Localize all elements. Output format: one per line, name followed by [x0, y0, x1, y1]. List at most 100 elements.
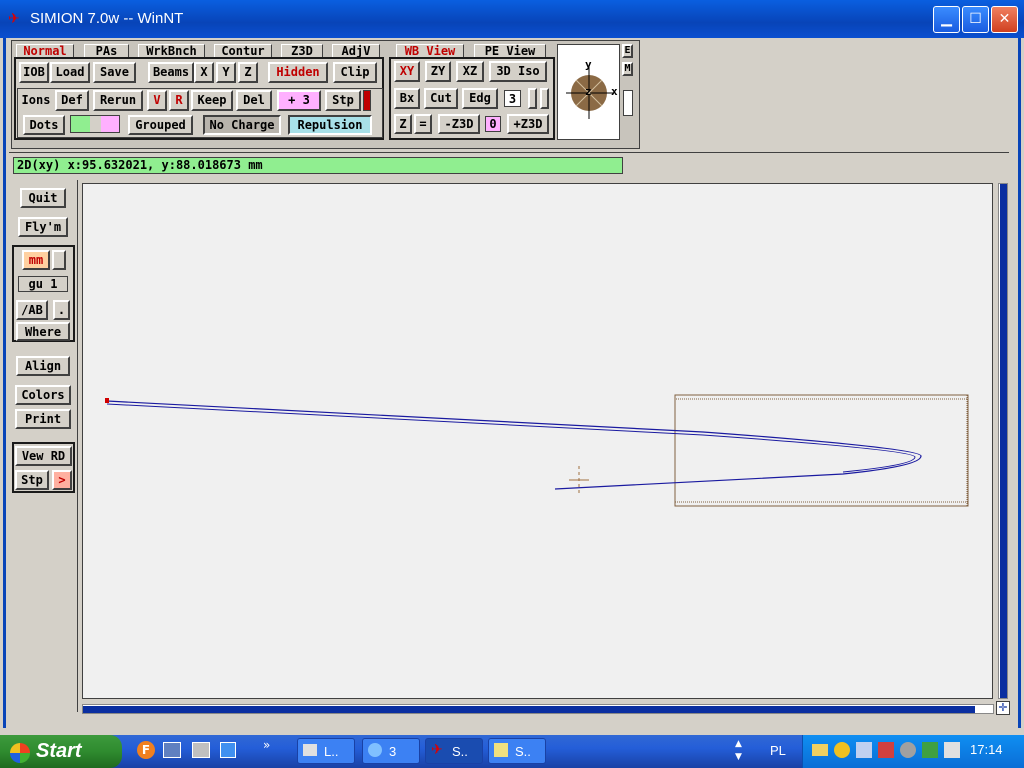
z3d-field[interactable]: 0	[485, 116, 501, 132]
tab-pas[interactable]: PAs	[84, 44, 129, 57]
tab-adjv[interactable]: AdjV	[332, 44, 380, 57]
flym-button[interactable]: Fly'm	[18, 217, 68, 237]
no-charge-button[interactable]: No Charge	[203, 115, 281, 135]
v-button[interactable]: V	[147, 90, 167, 111]
taskbar-clock: 17:14	[970, 742, 1003, 757]
e-button[interactable]: E	[622, 44, 633, 58]
grouped-button[interactable]: Grouped	[128, 115, 193, 135]
clip-button[interactable]: Clip	[333, 62, 377, 83]
rerun-button[interactable]: Rerun	[93, 90, 143, 111]
minus-z3d-button[interactable]: -Z3D	[438, 114, 480, 134]
where-button[interactable]: Where	[16, 322, 70, 341]
axis-z-label: z	[585, 85, 592, 98]
language-indicator[interactable]: PL	[770, 743, 786, 758]
r-button[interactable]: R	[169, 90, 189, 111]
save-button[interactable]: Save	[93, 62, 136, 83]
horizontal-scrollbar[interactable]	[82, 704, 994, 714]
firefox-quicklaunch-icon[interactable]: F	[137, 741, 155, 759]
stp-button[interactable]: Stp	[325, 90, 361, 111]
ab-button[interactable]: /AB	[16, 300, 48, 320]
beams-button[interactable]: Beams	[148, 62, 194, 83]
task-ie-icon	[368, 743, 382, 757]
simion-app-icon: ✈	[8, 11, 20, 27]
window-title: SIMION 7.0w -- WinNT	[30, 10, 184, 27]
gu-field[interactable]: gu 1	[18, 276, 68, 292]
start-label: Start	[36, 740, 82, 762]
beams-x-button[interactable]: X	[194, 62, 214, 83]
ions-label: Ions	[21, 93, 51, 107]
explorer-quicklaunch-icon[interactable]	[192, 742, 210, 758]
del-button[interactable]: Del	[236, 90, 272, 111]
taskbar-scroll-arrows[interactable]: ▲ ▼	[735, 738, 747, 764]
tab-normal[interactable]: Normal	[16, 44, 74, 57]
usb-tray-icon[interactable]	[944, 742, 960, 758]
task-simion-icon: ✈	[431, 742, 443, 758]
view-3d-iso-button[interactable]: 3D Iso	[489, 61, 547, 82]
update-tray-icon[interactable]	[922, 742, 938, 758]
view-xz-button[interactable]: XZ	[456, 61, 484, 82]
edge-down-button[interactable]	[528, 88, 537, 109]
equals-button[interactable]: =	[414, 114, 432, 134]
quit-button[interactable]: Quit	[20, 188, 66, 208]
view-xy-button[interactable]: XY	[394, 61, 420, 82]
iob-button[interactable]: IOB	[19, 62, 49, 83]
crosshair-corner-icon[interactable]: ✛	[996, 701, 1010, 715]
close-button[interactable]: ✕	[991, 6, 1018, 33]
stp-indicator	[363, 90, 371, 111]
ie-quicklaunch-icon[interactable]	[220, 742, 236, 758]
edge-up-button[interactable]	[540, 88, 549, 109]
sidebar-stp-button[interactable]: Stp	[15, 470, 49, 490]
load-button[interactable]: Load	[50, 62, 90, 83]
vew-rd-button[interactable]: Vew RD	[15, 446, 72, 466]
keep-button[interactable]: Keep	[191, 90, 233, 111]
cut-button[interactable]: Cut	[424, 88, 458, 109]
tab-wb-view[interactable]: WB View	[396, 44, 464, 57]
tab-z3d[interactable]: Z3D	[281, 44, 323, 57]
clock-tray-icon[interactable]	[834, 742, 850, 758]
axis-x-label: x	[611, 85, 618, 98]
network-tray-icon[interactable]	[856, 742, 872, 758]
dot-button[interactable]: .	[53, 300, 70, 320]
dots-button[interactable]: Dots	[23, 115, 65, 135]
def-button[interactable]: Def	[55, 90, 89, 111]
edge-count-field[interactable]: 3	[504, 90, 521, 107]
mail-tray-icon[interactable]	[812, 744, 828, 756]
volume-tray-icon[interactable]	[900, 742, 916, 758]
beams-z-button[interactable]: Z	[238, 62, 258, 83]
mm-button[interactable]: mm	[22, 250, 50, 270]
units-toggle[interactable]	[52, 250, 66, 270]
plus-z3d-button[interactable]: +Z3D	[507, 114, 549, 134]
colors-button[interactable]: Colors	[15, 385, 71, 405]
sidebar-arrow-button[interactable]: >	[52, 470, 72, 490]
minimize-button[interactable]: ▁	[933, 6, 960, 33]
view-slider[interactable]	[623, 90, 633, 116]
align-button[interactable]: Align	[16, 356, 70, 376]
tab-wrkbnch[interactable]: WrkBnch	[138, 44, 205, 57]
vertical-scroll-thumb[interactable]	[1000, 184, 1007, 698]
task-s2-icon	[494, 743, 508, 757]
desktop-quicklaunch-icon[interactable]	[163, 742, 181, 758]
vertical-scrollbar[interactable]	[998, 183, 1008, 699]
m-button[interactable]: M	[622, 62, 633, 76]
z-button[interactable]: Z	[394, 114, 412, 134]
windows-logo-icon	[10, 743, 30, 763]
quicklaunch-chevron[interactable]: »	[263, 738, 270, 752]
tab-contur[interactable]: Contur	[214, 44, 272, 57]
beams-y-button[interactable]: Y	[216, 62, 236, 83]
bx-button[interactable]: Bx	[394, 88, 420, 109]
security-tray-icon[interactable]	[878, 742, 894, 758]
repulsion-button[interactable]: Repulsion	[288, 115, 372, 135]
workbench-canvas[interactable]	[82, 183, 993, 699]
edg-button[interactable]: Edg	[462, 88, 498, 109]
coordinate-readout: 2D(xy) x:95.632021, y:88.018673 mm	[13, 157, 623, 174]
horizontal-scroll-thumb[interactable]	[83, 706, 975, 713]
maximize-button[interactable]: ☐	[962, 6, 989, 33]
trajectory-view	[105, 394, 969, 507]
axis-y-label: y	[585, 58, 592, 71]
view-zy-button[interactable]: ZY	[425, 61, 451, 82]
tab-pe-view[interactable]: PE View	[474, 44, 546, 57]
print-button[interactable]: Print	[15, 409, 71, 429]
ion-count-field[interactable]: + 3	[277, 90, 321, 111]
hidden-button[interactable]: Hidden	[268, 62, 328, 83]
dots-slider[interactable]	[70, 115, 120, 133]
